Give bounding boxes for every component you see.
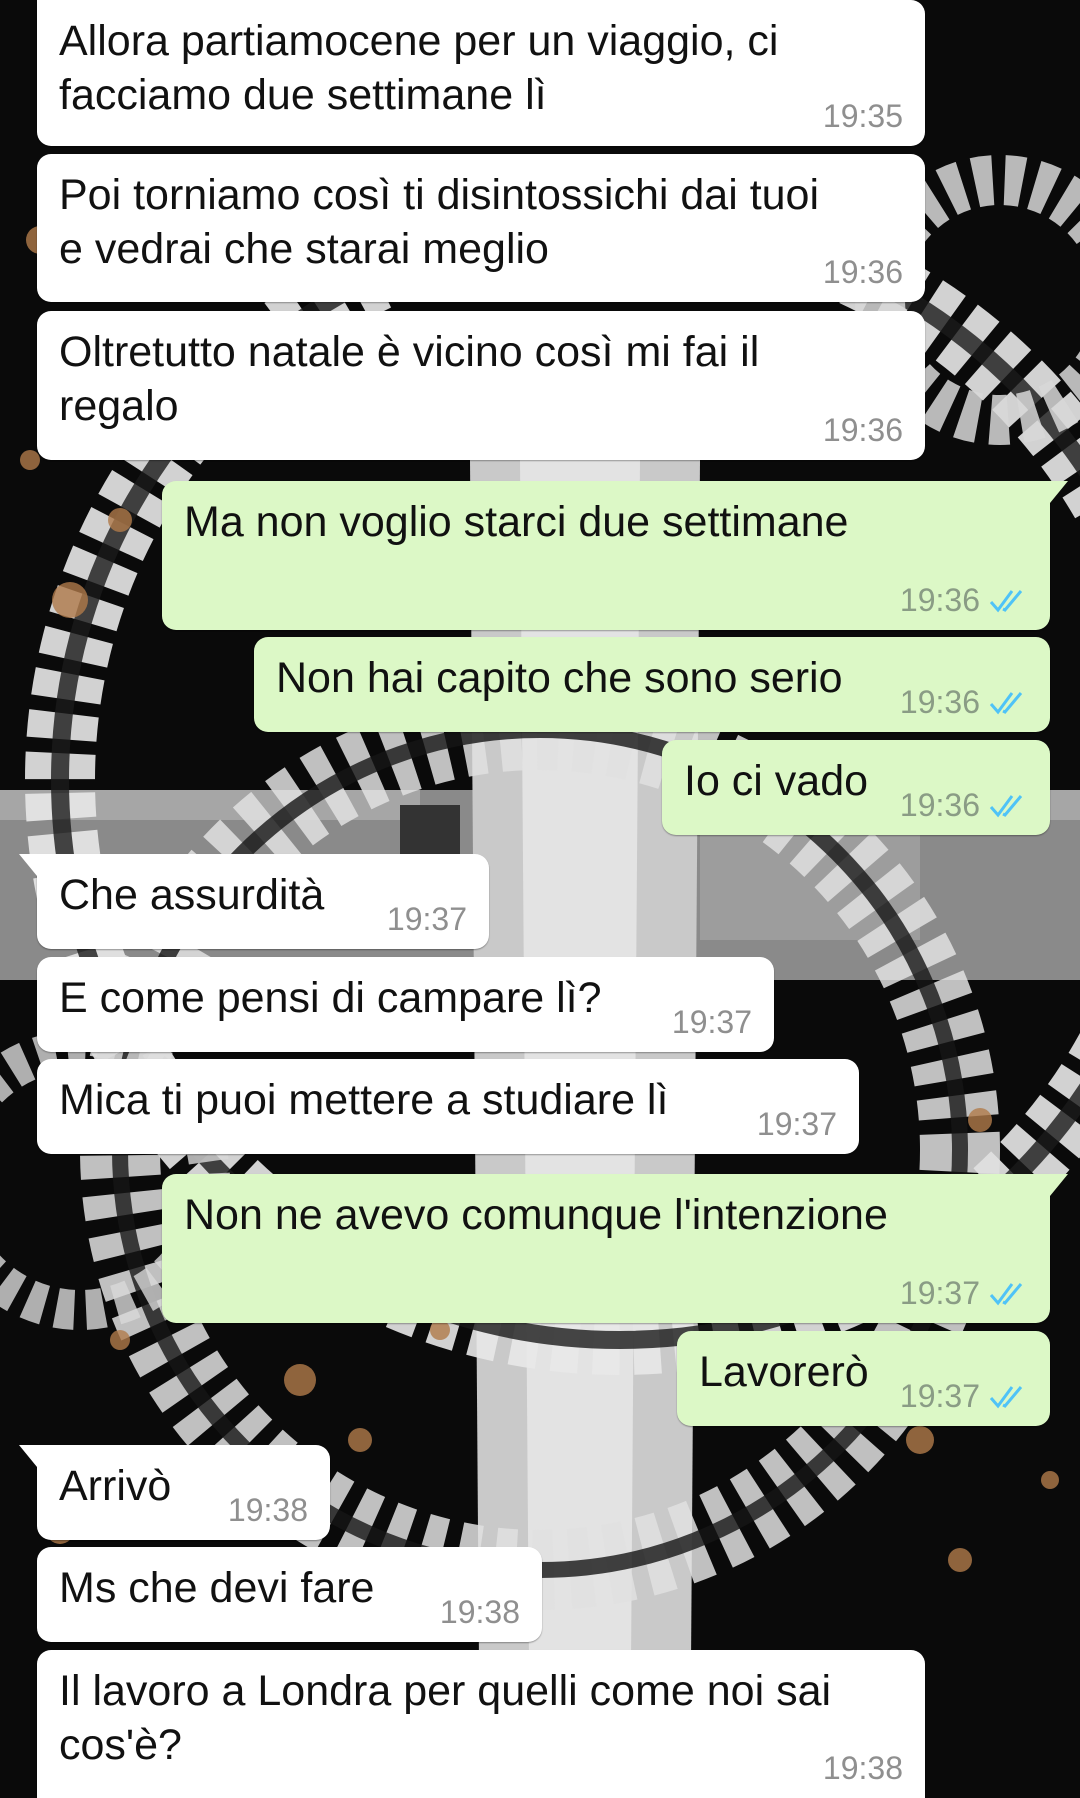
message-text: Ma non voglio starci due settimane bbox=[184, 498, 849, 546]
message-timestamp: 19:37 bbox=[899, 1275, 980, 1311]
outgoing-message[interactable]: Non ne avevo comunque l'intenzione 19:37 bbox=[162, 1174, 1068, 1323]
message-text: Il lavoro a Londra per quelli come noi s… bbox=[59, 1667, 832, 1769]
incoming-message[interactable]: Il lavoro a Londra per quelli come noi s… bbox=[37, 1650, 925, 1798]
message-text: Allora partiamocene per un viaggio, ci fa… bbox=[59, 17, 779, 119]
incoming-message[interactable]: Poi torniamo così ti disintossichi dai t… bbox=[37, 154, 925, 302]
message-timestamp: 19:37 bbox=[899, 1378, 980, 1414]
double-check-icon bbox=[989, 795, 1023, 818]
incoming-message[interactable]: Oltretutto natale è vicino così mi fai i… bbox=[37, 311, 925, 460]
outgoing-message[interactable]: Ma non voglio starci due settimane 19:36 bbox=[162, 481, 1068, 630]
incoming-message[interactable]: Mica ti puoi mettere a studiare lì 19:37 bbox=[37, 1059, 859, 1154]
message-timestamp: 19:36 bbox=[899, 684, 980, 720]
double-check-icon bbox=[989, 1386, 1023, 1409]
chat-message-list[interactable]: Allora partiamocene per un viaggio, ci fa… bbox=[0, 0, 1080, 1798]
double-check-icon bbox=[989, 692, 1023, 715]
message-text: Non ne avevo comunque l'intenzione bbox=[184, 1191, 888, 1239]
message-timestamp: 19:38 bbox=[822, 1750, 903, 1786]
message-timestamp: 19:36 bbox=[899, 582, 980, 618]
message-text: E come pensi di campare lì? bbox=[59, 974, 602, 1022]
message-text: Poi torniamo così ti disintossichi dai t… bbox=[59, 171, 820, 273]
bubble-tail bbox=[19, 1445, 49, 1467]
double-check-icon bbox=[989, 1283, 1023, 1306]
incoming-message[interactable]: Ms che devi fare 19:38 bbox=[37, 1547, 542, 1642]
message-timestamp: 19:36 bbox=[899, 787, 980, 823]
bubble-tail bbox=[1038, 1174, 1068, 1196]
message-text: Oltretutto natale è vicino così mi fai i… bbox=[59, 328, 760, 430]
message-timestamp: 19:36 bbox=[822, 254, 903, 290]
bubble-tail bbox=[19, 854, 49, 876]
message-timestamp: 19:38 bbox=[227, 1492, 308, 1528]
incoming-message[interactable]: Che assurdità 19:37 bbox=[19, 854, 489, 949]
message-timestamp: 19:38 bbox=[439, 1594, 520, 1630]
message-text: Mica ti puoi mettere a studiare lì bbox=[59, 1076, 669, 1124]
incoming-message[interactable]: Allora partiamocene per un viaggio, ci fa… bbox=[37, 0, 925, 146]
double-check-icon bbox=[989, 590, 1023, 613]
bubble-tail bbox=[1038, 481, 1068, 503]
incoming-message[interactable]: E come pensi di campare lì? 19:37 bbox=[37, 957, 774, 1052]
incoming-message[interactable]: Arrivò 19:38 bbox=[19, 1445, 330, 1540]
outgoing-message[interactable]: Lavorerò 19:37 bbox=[677, 1331, 1050, 1426]
outgoing-message[interactable]: Non hai capito che sono serio 19:36 bbox=[254, 637, 1050, 732]
message-timestamp: 19:36 bbox=[822, 412, 903, 448]
message-timestamp: 19:37 bbox=[386, 901, 467, 937]
message-timestamp: 19:37 bbox=[756, 1106, 837, 1142]
message-timestamp: 19:35 bbox=[822, 98, 903, 134]
outgoing-message[interactable]: Io ci vado 19:36 bbox=[662, 740, 1050, 835]
message-timestamp: 19:37 bbox=[671, 1004, 752, 1040]
